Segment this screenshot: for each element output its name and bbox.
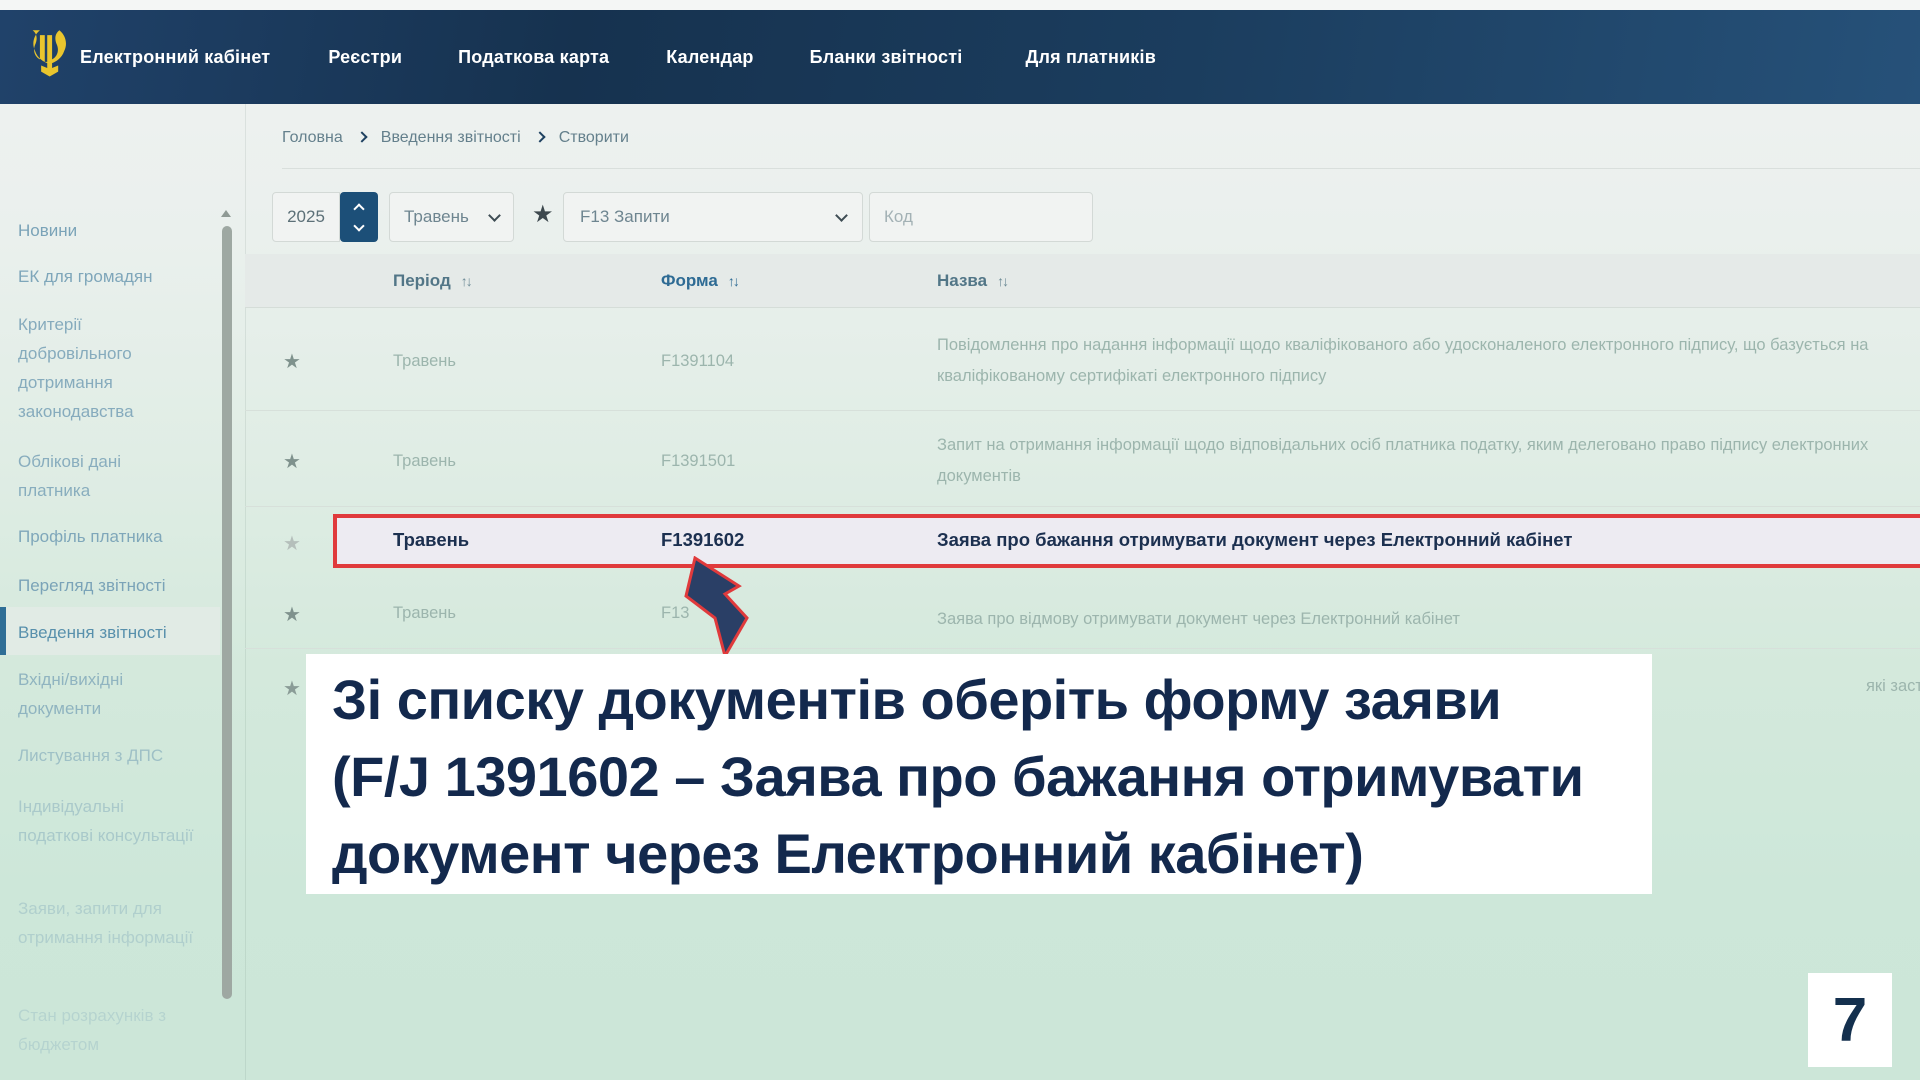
trident-logo-icon <box>26 28 66 86</box>
row-divider <box>245 506 1920 507</box>
table-header: Період ↑↓ Форма ↑↓ Назва ↑↓ <box>245 254 1920 308</box>
page-background: Електронний кабінет Реєстри Податкова ка… <box>0 0 1920 1080</box>
sort-icon[interactable]: ↑↓ <box>997 273 1007 289</box>
month-select[interactable]: Травень <box>389 192 514 242</box>
form-type-select-value: F13 Запити <box>580 207 670 227</box>
sidebar-item-correspondence-dps[interactable]: Листування з ДПС <box>18 741 196 770</box>
year-input[interactable]: 2025 <box>272 192 340 242</box>
row-period: Травень <box>393 604 456 623</box>
chevron-right-icon <box>534 131 545 142</box>
row-period: Травень <box>393 452 456 471</box>
top-navbar: Електронний кабінет Реєстри Податкова ка… <box>0 10 1920 104</box>
breadcrumb-create: Створити <box>559 129 629 147</box>
row-name: Заява про відмову отримувати документ че… <box>937 604 1920 635</box>
sidebar-item-news[interactable]: Новини <box>18 216 196 245</box>
nav-item-registries[interactable]: Реєстри <box>328 47 402 68</box>
callout-line: документ через Електронний кабінет) <box>332 815 1652 892</box>
column-header-name[interactable]: Назва ↑↓ <box>937 254 1007 308</box>
year-stepper[interactable] <box>340 192 378 242</box>
column-header-period[interactable]: Період ↑↓ <box>393 254 471 308</box>
row-period: Травень <box>393 352 456 371</box>
sidebar-item-individual-consultations[interactable]: Індивідуальні податкові консультації <box>18 792 196 850</box>
sidebar: Новини ЕК для громадян Критерії добровіл… <box>0 104 245 1080</box>
row-star-icon[interactable]: ★ <box>283 531 301 556</box>
breadcrumb-home[interactable]: Головна <box>282 129 343 147</box>
sidebar-item-taxpayer-records[interactable]: Облікові дані платника <box>18 447 196 505</box>
sidebar-item-applications-requests[interactable]: Заяви, запити для отримання інформації <box>18 894 196 952</box>
nav-item-report-forms[interactable]: Бланки звітності <box>810 47 963 68</box>
instruction-callout: Зі списку документів оберіть форму заяви… <box>306 654 1652 894</box>
sort-icon[interactable]: ↑↓ <box>461 273 471 289</box>
sidebar-item-taxpayer-profile[interactable]: Профіль платника <box>18 522 196 551</box>
sidebar-item-enter-reporting[interactable]: Введення звітності <box>18 618 196 647</box>
breadcrumb-enter-reporting[interactable]: Введення звітності <box>381 129 521 147</box>
row-divider <box>245 648 1920 649</box>
nav-item-for-taxpayers[interactable]: Для платників <box>1025 47 1156 68</box>
top-strip <box>0 0 1920 10</box>
scrollbar-up-arrow-icon[interactable] <box>221 210 231 217</box>
row-name: Запит на отримання інформації щодо відпо… <box>937 430 1920 492</box>
breadcrumb: Головна Введення звітності Створити <box>282 129 629 147</box>
page-number: 7 <box>1808 973 1892 1067</box>
sidebar-item-budget-settlements[interactable]: Стан розрахунків з бюджетом <box>18 1001 196 1059</box>
row-divider <box>245 410 1920 411</box>
chevron-down-icon <box>835 209 848 222</box>
table-row[interactable]: ★ Травень F13 Заява про відмову отримува… <box>245 578 1920 646</box>
form-type-select[interactable]: F13 Запити <box>563 192 863 242</box>
callout-line: (F/J 1391602 – Заява про бажання отримув… <box>332 738 1652 815</box>
pointer-arrow-icon <box>683 556 777 658</box>
nav-item-tax-map[interactable]: Податкова карта <box>458 47 609 68</box>
sidebar-active-bar <box>0 607 6 655</box>
row-period: Травень <box>393 529 469 551</box>
sidebar-item-ek-citizens[interactable]: ЕК для громадян <box>18 262 196 291</box>
row-star-icon[interactable]: ★ <box>283 349 301 374</box>
chevron-up-icon[interactable] <box>353 203 364 214</box>
sidebar-item-in-out-documents[interactable]: Вхідні/вихідні документи <box>18 665 196 723</box>
table-row[interactable]: ★ Травень F1391104 Повідомлення про нада… <box>245 308 1920 410</box>
nav-brand-title[interactable]: Електронний кабінет <box>80 47 270 68</box>
row-name: Повідомлення про надання інформації щодо… <box>937 330 1920 392</box>
code-input[interactable] <box>869 192 1093 242</box>
table-row[interactable]: ★ Травень F1391501 Запит на отримання ін… <box>245 412 1920 506</box>
row-star-icon[interactable]: ★ <box>283 449 301 474</box>
column-header-form[interactable]: Форма ↑↓ <box>661 254 738 308</box>
chevron-down-icon <box>488 209 501 222</box>
row-name-fragment: які застосо <box>1866 677 1920 696</box>
row-form-code: F1391602 <box>661 529 744 551</box>
chevron-right-icon <box>356 131 367 142</box>
favorites-star-icon[interactable]: ★ <box>532 203 554 227</box>
nav-item-calendar[interactable]: Календар <box>666 47 753 68</box>
row-form-code: F1391501 <box>661 452 735 471</box>
row-name: Заява про бажання отримувати документ че… <box>937 529 1920 551</box>
sidebar-item-compliance-criteria[interactable]: Критерії добровільного дотримання законо… <box>18 310 196 426</box>
header-divider <box>282 168 1920 169</box>
row-form-code: F1391104 <box>661 352 734 371</box>
chevron-down-icon[interactable] <box>353 220 364 231</box>
sort-icon[interactable]: ↑↓ <box>728 273 738 289</box>
row-star-icon[interactable]: ★ <box>283 676 301 701</box>
row-star-icon[interactable]: ★ <box>283 602 301 627</box>
month-select-value: Травень <box>404 207 469 227</box>
sidebar-scrollbar[interactable] <box>222 226 232 999</box>
sidebar-item-view-reporting[interactable]: Перегляд звітності <box>18 571 196 600</box>
callout-line: Зі списку документів оберіть форму заяви <box>332 661 1652 738</box>
